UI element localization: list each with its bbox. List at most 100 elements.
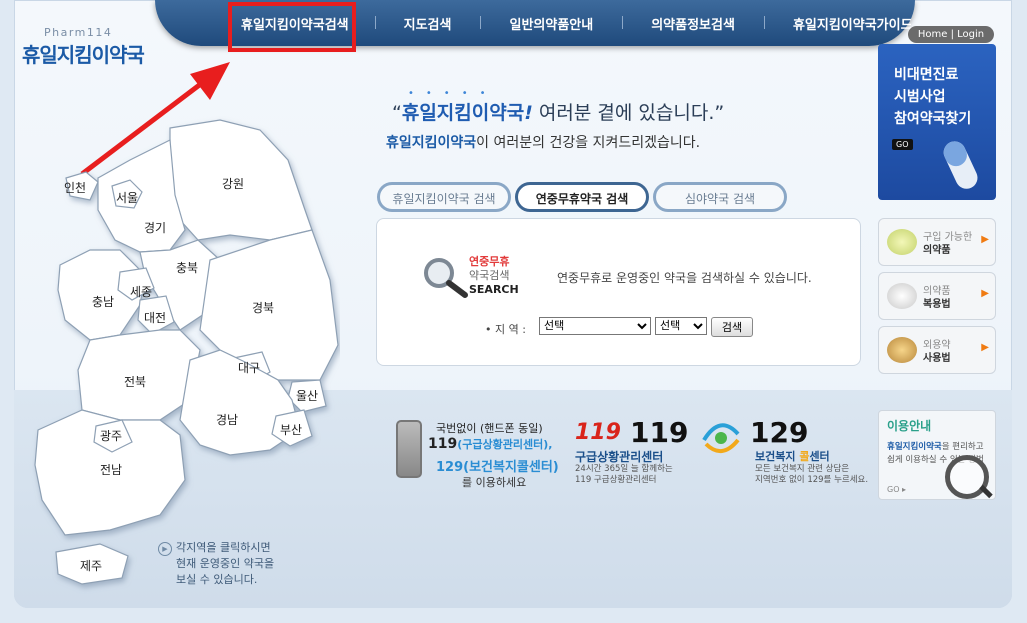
side-button-1-line2: 의약품 — [923, 245, 951, 256]
region-label-gwangju[interactable]: 광주 — [100, 429, 122, 443]
capsule-icon — [943, 141, 978, 189]
slogan-quote-open: “ — [392, 102, 402, 124]
side-button-3-line2: 사용법 — [923, 353, 951, 364]
tab-holiday-pharmacy[interactable]: 휴일지킴이약국 검색 — [377, 182, 511, 212]
phone-info-119: 119 — [428, 436, 458, 452]
pill-icon — [887, 229, 917, 255]
usage-guide-brand: 휴일지킴이약국 — [887, 442, 942, 452]
slogan-brand: 휴일지킴이약국 — [401, 102, 525, 124]
slogan-sub: 휴일지킴이약국이 여러분의 건강을 지켜드리겠습니다. — [386, 132, 700, 152]
arrow-right-icon: ▶ — [981, 288, 989, 299]
map-hint-line-2: 현재 운영중인 약국을 — [176, 557, 275, 570]
slogan-rest: 여러분 곁에 있습니다.” — [532, 102, 725, 124]
region-label-busan[interactable]: 부산 — [280, 423, 302, 437]
search-button[interactable]: 검색 — [711, 317, 753, 337]
emergency-center-sub-1: 24시간 365일 늘 함께하는 — [575, 464, 673, 474]
slogan-sub-brand: 휴일지킴이약국 — [386, 135, 477, 151]
welfare-title-a: 보건복지 — [755, 450, 800, 463]
usage-guide-go-label: GO — [887, 485, 900, 494]
usage-guide-title: 이용안내 — [887, 419, 932, 433]
region-label-gyeongnam[interactable]: 경남 — [216, 413, 238, 427]
welfare-title-b: 콜 — [799, 450, 810, 463]
korea-map: 인천 서울 경기 강원 충북 세종 충남 대전 경북 대구 울산 전북 경남 광… — [34, 119, 339, 585]
promo-line-1: 비대면진료 — [894, 67, 959, 83]
welfare-title-c: 센터 — [809, 450, 830, 463]
search-description: 연중무휴로 운영중인 약국을 검색하실 수 있습니다. — [557, 271, 812, 285]
promo-line-2: 시범사업 — [894, 89, 946, 105]
search-title-red: 연중무휴 — [469, 255, 510, 268]
number-119: 119 — [630, 416, 689, 449]
highlight-box — [228, 2, 356, 52]
mortar-icon — [887, 283, 917, 309]
tab-year-round-pharmacy[interactable]: 연중무휴약국 검색 — [515, 182, 649, 212]
promo-line-3: 참여약국찾기 — [894, 111, 972, 127]
site-logo[interactable]: Pharm114 휴일지킴이약국 — [22, 26, 145, 68]
side-button-2-line2: 복용법 — [923, 299, 951, 310]
map-hint-line-3: 보실 수 있습니다. — [176, 573, 258, 586]
logo-119: 119 — [575, 420, 621, 445]
welfare-center-sub-2: 지역번호 없이 129를 누르세요. — [755, 475, 869, 485]
slogan-sub-rest: 이 여러분의 건강을 지켜드리겠습니다. — [476, 135, 701, 151]
region-select-label: • 지 역 : — [485, 323, 526, 336]
region-label-daegu[interactable]: 대구 — [238, 361, 260, 375]
search-title-search: SEARCH — [469, 283, 519, 296]
search-title: 연중무휴 약국검색 SEARCH — [469, 255, 519, 297]
emergency-center-sub-2: 119 구급상황관리센터 — [575, 475, 657, 485]
usage-guide-box[interactable]: 이용안내 휴일지킴이약국을 편리하고 쉽게 이용하실 수 있는 방법 GO ▸ — [878, 410, 996, 500]
home-login-link[interactable]: Home | Login — [908, 26, 994, 43]
region-label-chungnam[interactable]: 충남 — [92, 295, 114, 309]
welfare-center-sub: 모든 보건복지 관련 상담은 지역번호 없이 129를 누르세요. — [755, 464, 868, 486]
slogan-excl: ! — [524, 102, 533, 124]
promo-go-button[interactable]: GO — [892, 139, 913, 150]
map-hint: ▶ 각지역을 클릭하시면 현재 운영중인 약국을 보실 수 있습니다. — [158, 540, 274, 588]
welfare-center-title: 보건복지 콜센터 — [755, 448, 830, 464]
phone-info-line3: 129(보건복지콜센터) — [436, 460, 559, 475]
mobile-phone-icon — [396, 420, 422, 478]
magnifier-icon — [424, 258, 468, 298]
region-label-daejeon[interactable]: 대전 — [144, 311, 166, 325]
arrow-right-icon: ▶ — [981, 342, 989, 353]
slogan: “휴일지킴이약국! 여러분 곁에 있습니다.” — [392, 98, 724, 125]
emergency-center-title: 구급상황관리센터 — [575, 450, 664, 464]
logo-big-text: 휴일지킴이약국 — [22, 43, 145, 67]
non-face-to-face-promo[interactable]: 비대면진료 시범사업 참여약국찾기 GO — [878, 44, 996, 200]
number-129: 129 — [750, 416, 809, 449]
region-label-incheon[interactable]: 인천 — [64, 180, 86, 195]
region-label-jeju[interactable]: 제주 — [80, 559, 102, 573]
usage-guide-go[interactable]: GO ▸ — [887, 485, 906, 494]
arrow-right-icon: ▶ — [981, 234, 989, 245]
region-label-gangwon[interactable]: 강원 — [222, 177, 244, 191]
phone-info-line4: 를 이용하세요 — [462, 476, 527, 489]
search-title-gray: 약국검색 — [469, 269, 510, 282]
side-button-dosage[interactable]: 의약품 복용법 ▶ — [878, 272, 996, 320]
region-select-province[interactable]: 선택 — [539, 317, 651, 335]
region-label-ulsan[interactable]: 울산 — [296, 389, 318, 403]
nav-drug-info-search[interactable]: 의약품정보검색 — [622, 14, 764, 33]
region-label-sejong[interactable]: 세종 — [130, 285, 152, 299]
region-label-jeonnam[interactable]: 전남 — [100, 463, 122, 477]
welfare-center-sub-1: 모든 보건복지 관련 상담은 — [755, 464, 850, 474]
region-shape-gyeonggi[interactable] — [97, 139, 186, 253]
side-button-available-drugs[interactable]: 구입 가능한 의약품 ▶ — [878, 218, 996, 266]
region-label-seoul[interactable]: 서울 — [116, 191, 138, 205]
play-circle-icon: ▶ — [158, 542, 172, 556]
search-panel: 연중무휴 약국검색 SEARCH 연중무휴로 운영중인 약국을 검색하실 수 있… — [376, 218, 861, 366]
phone-info-119-desc: (구급상황관리센터), — [457, 438, 553, 451]
map-hint-line-1: 각지역을 클릭하시면 — [176, 541, 271, 554]
emergency-center-sub: 24시간 365일 늘 함께하는 119 구급상황관리센터 — [575, 464, 673, 486]
ointment-icon — [887, 337, 917, 363]
nav-map-search[interactable]: 지도검색 — [374, 14, 481, 33]
region-label-gyeonggi[interactable]: 경기 — [144, 221, 166, 235]
search-tabs: 휴일지킴이약국 검색 연중무휴약국 검색 심야약국 검색 — [377, 182, 787, 212]
logo-small-text: Pharm114 — [44, 26, 113, 39]
region-label-chungbuk[interactable]: 충북 — [176, 261, 198, 275]
nav-otc-drug-guide[interactable]: 일반의약품안내 — [480, 14, 622, 33]
region-select-city[interactable]: 선택 — [655, 317, 707, 335]
region-label-jeonbuk[interactable]: 전북 — [124, 375, 146, 389]
tab-late-night-pharmacy[interactable]: 심야약국 검색 — [653, 182, 787, 212]
side-button-external-use[interactable]: 외용약 사용법 ▶ — [878, 326, 996, 374]
welfare-129-logo-icon — [702, 423, 740, 453]
phone-info-line1: 국번없이 (핸드폰 동일) — [436, 422, 543, 435]
phone-info-line2: 119(구급상황관리센터), — [428, 436, 552, 452]
region-label-gyeongbuk[interactable]: 경북 — [252, 301, 274, 315]
